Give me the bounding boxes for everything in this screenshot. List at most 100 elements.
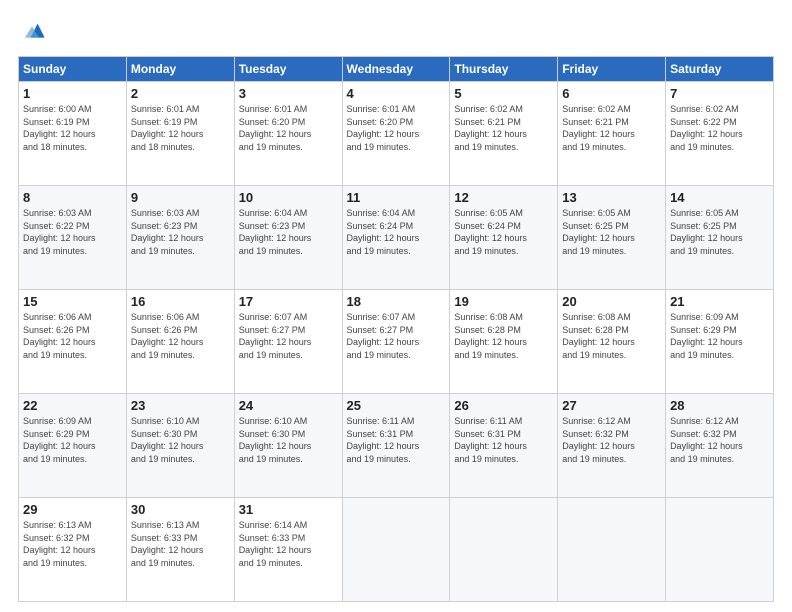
day-info: Sunrise: 6:03 AM Sunset: 6:22 PM Dayligh…	[23, 208, 96, 256]
week-row-2: 8 Sunrise: 6:03 AM Sunset: 6:22 PM Dayli…	[19, 186, 774, 290]
day-cell: 26 Sunrise: 6:11 AM Sunset: 6:31 PM Dayl…	[450, 394, 558, 498]
day-number: 9	[131, 190, 230, 205]
calendar-table: SundayMondayTuesdayWednesdayThursdayFrid…	[18, 56, 774, 602]
day-cell: 27 Sunrise: 6:12 AM Sunset: 6:32 PM Dayl…	[558, 394, 666, 498]
day-info: Sunrise: 6:05 AM Sunset: 6:24 PM Dayligh…	[454, 208, 527, 256]
day-number: 11	[347, 190, 446, 205]
day-number: 3	[239, 86, 338, 101]
day-cell: 4 Sunrise: 6:01 AM Sunset: 6:20 PM Dayli…	[342, 82, 450, 186]
day-info: Sunrise: 6:14 AM Sunset: 6:33 PM Dayligh…	[239, 520, 312, 568]
day-cell: 3 Sunrise: 6:01 AM Sunset: 6:20 PM Dayli…	[234, 82, 342, 186]
page: SundayMondayTuesdayWednesdayThursdayFrid…	[0, 0, 792, 612]
day-info: Sunrise: 6:01 AM Sunset: 6:20 PM Dayligh…	[239, 104, 312, 152]
day-number: 13	[562, 190, 661, 205]
day-info: Sunrise: 6:06 AM Sunset: 6:26 PM Dayligh…	[23, 312, 96, 360]
logo-icon	[18, 18, 46, 46]
day-number: 18	[347, 294, 446, 309]
day-info: Sunrise: 6:08 AM Sunset: 6:28 PM Dayligh…	[454, 312, 527, 360]
day-number: 30	[131, 502, 230, 517]
day-info: Sunrise: 6:04 AM Sunset: 6:24 PM Dayligh…	[347, 208, 420, 256]
day-info: Sunrise: 6:02 AM Sunset: 6:22 PM Dayligh…	[670, 104, 743, 152]
day-number: 28	[670, 398, 769, 413]
day-info: Sunrise: 6:12 AM Sunset: 6:32 PM Dayligh…	[670, 416, 743, 464]
day-cell: 24 Sunrise: 6:10 AM Sunset: 6:30 PM Dayl…	[234, 394, 342, 498]
day-info: Sunrise: 6:11 AM Sunset: 6:31 PM Dayligh…	[454, 416, 527, 464]
day-info: Sunrise: 6:11 AM Sunset: 6:31 PM Dayligh…	[347, 416, 420, 464]
day-cell	[450, 498, 558, 602]
day-cell: 25 Sunrise: 6:11 AM Sunset: 6:31 PM Dayl…	[342, 394, 450, 498]
day-cell: 9 Sunrise: 6:03 AM Sunset: 6:23 PM Dayli…	[126, 186, 234, 290]
day-number: 31	[239, 502, 338, 517]
weekday-header-thursday: Thursday	[450, 57, 558, 82]
day-cell	[666, 498, 774, 602]
day-info: Sunrise: 6:10 AM Sunset: 6:30 PM Dayligh…	[131, 416, 204, 464]
day-info: Sunrise: 6:09 AM Sunset: 6:29 PM Dayligh…	[23, 416, 96, 464]
day-info: Sunrise: 6:04 AM Sunset: 6:23 PM Dayligh…	[239, 208, 312, 256]
day-info: Sunrise: 6:13 AM Sunset: 6:33 PM Dayligh…	[131, 520, 204, 568]
day-cell: 19 Sunrise: 6:08 AM Sunset: 6:28 PM Dayl…	[450, 290, 558, 394]
day-number: 4	[347, 86, 446, 101]
day-number: 26	[454, 398, 553, 413]
weekday-header-saturday: Saturday	[666, 57, 774, 82]
header	[18, 18, 774, 46]
day-cell: 23 Sunrise: 6:10 AM Sunset: 6:30 PM Dayl…	[126, 394, 234, 498]
day-number: 23	[131, 398, 230, 413]
day-number: 29	[23, 502, 122, 517]
day-number: 12	[454, 190, 553, 205]
day-cell	[342, 498, 450, 602]
day-cell: 16 Sunrise: 6:06 AM Sunset: 6:26 PM Dayl…	[126, 290, 234, 394]
weekday-header-friday: Friday	[558, 57, 666, 82]
weekday-header-monday: Monday	[126, 57, 234, 82]
day-cell: 7 Sunrise: 6:02 AM Sunset: 6:22 PM Dayli…	[666, 82, 774, 186]
day-cell: 8 Sunrise: 6:03 AM Sunset: 6:22 PM Dayli…	[19, 186, 127, 290]
day-number: 8	[23, 190, 122, 205]
day-cell: 21 Sunrise: 6:09 AM Sunset: 6:29 PM Dayl…	[666, 290, 774, 394]
day-cell: 30 Sunrise: 6:13 AM Sunset: 6:33 PM Dayl…	[126, 498, 234, 602]
day-info: Sunrise: 6:00 AM Sunset: 6:19 PM Dayligh…	[23, 104, 96, 152]
week-row-4: 22 Sunrise: 6:09 AM Sunset: 6:29 PM Dayl…	[19, 394, 774, 498]
day-info: Sunrise: 6:05 AM Sunset: 6:25 PM Dayligh…	[562, 208, 635, 256]
day-cell: 20 Sunrise: 6:08 AM Sunset: 6:28 PM Dayl…	[558, 290, 666, 394]
day-cell: 18 Sunrise: 6:07 AM Sunset: 6:27 PM Dayl…	[342, 290, 450, 394]
day-cell: 14 Sunrise: 6:05 AM Sunset: 6:25 PM Dayl…	[666, 186, 774, 290]
day-info: Sunrise: 6:08 AM Sunset: 6:28 PM Dayligh…	[562, 312, 635, 360]
day-number: 17	[239, 294, 338, 309]
day-cell: 11 Sunrise: 6:04 AM Sunset: 6:24 PM Dayl…	[342, 186, 450, 290]
day-cell: 6 Sunrise: 6:02 AM Sunset: 6:21 PM Dayli…	[558, 82, 666, 186]
day-number: 6	[562, 86, 661, 101]
day-number: 22	[23, 398, 122, 413]
day-cell: 15 Sunrise: 6:06 AM Sunset: 6:26 PM Dayl…	[19, 290, 127, 394]
weekday-header-wednesday: Wednesday	[342, 57, 450, 82]
day-cell: 17 Sunrise: 6:07 AM Sunset: 6:27 PM Dayl…	[234, 290, 342, 394]
day-info: Sunrise: 6:05 AM Sunset: 6:25 PM Dayligh…	[670, 208, 743, 256]
day-number: 2	[131, 86, 230, 101]
week-row-1: 1 Sunrise: 6:00 AM Sunset: 6:19 PM Dayli…	[19, 82, 774, 186]
day-number: 21	[670, 294, 769, 309]
logo	[18, 18, 50, 46]
day-cell	[558, 498, 666, 602]
day-number: 25	[347, 398, 446, 413]
day-info: Sunrise: 6:10 AM Sunset: 6:30 PM Dayligh…	[239, 416, 312, 464]
day-info: Sunrise: 6:12 AM Sunset: 6:32 PM Dayligh…	[562, 416, 635, 464]
weekday-header-row: SundayMondayTuesdayWednesdayThursdayFrid…	[19, 57, 774, 82]
day-info: Sunrise: 6:13 AM Sunset: 6:32 PM Dayligh…	[23, 520, 96, 568]
day-cell: 29 Sunrise: 6:13 AM Sunset: 6:32 PM Dayl…	[19, 498, 127, 602]
day-cell: 2 Sunrise: 6:01 AM Sunset: 6:19 PM Dayli…	[126, 82, 234, 186]
day-number: 27	[562, 398, 661, 413]
day-info: Sunrise: 6:03 AM Sunset: 6:23 PM Dayligh…	[131, 208, 204, 256]
day-number: 15	[23, 294, 122, 309]
day-cell: 28 Sunrise: 6:12 AM Sunset: 6:32 PM Dayl…	[666, 394, 774, 498]
day-number: 20	[562, 294, 661, 309]
day-number: 5	[454, 86, 553, 101]
day-info: Sunrise: 6:07 AM Sunset: 6:27 PM Dayligh…	[239, 312, 312, 360]
day-info: Sunrise: 6:01 AM Sunset: 6:20 PM Dayligh…	[347, 104, 420, 152]
day-info: Sunrise: 6:01 AM Sunset: 6:19 PM Dayligh…	[131, 104, 204, 152]
day-number: 24	[239, 398, 338, 413]
day-number: 10	[239, 190, 338, 205]
day-number: 14	[670, 190, 769, 205]
weekday-header-sunday: Sunday	[19, 57, 127, 82]
day-number: 16	[131, 294, 230, 309]
day-info: Sunrise: 6:02 AM Sunset: 6:21 PM Dayligh…	[454, 104, 527, 152]
day-info: Sunrise: 6:09 AM Sunset: 6:29 PM Dayligh…	[670, 312, 743, 360]
day-cell: 1 Sunrise: 6:00 AM Sunset: 6:19 PM Dayli…	[19, 82, 127, 186]
